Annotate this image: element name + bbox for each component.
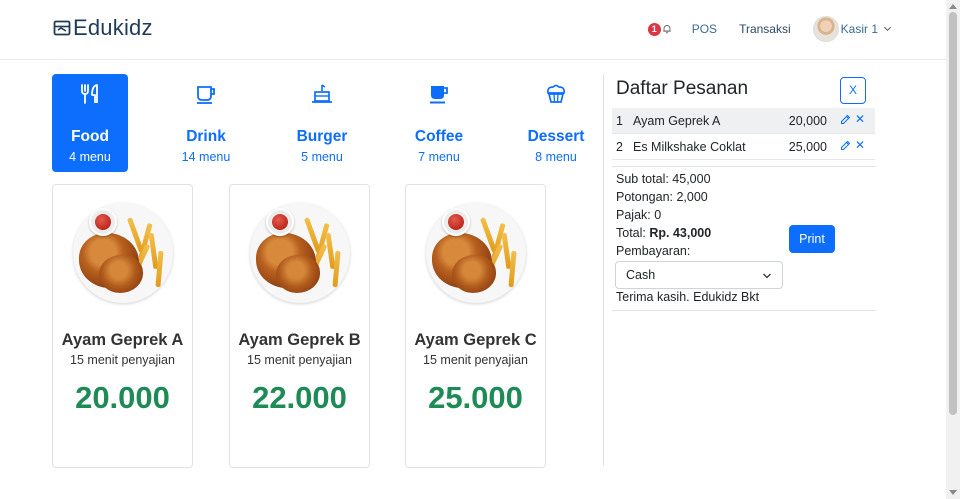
discount: Potongan: 2,000 xyxy=(616,190,708,204)
scroll-up-arrow[interactable] xyxy=(949,4,957,9)
order-item-name: Es Milkshake Coklat xyxy=(633,140,746,154)
nav-right: 1 POS Transaksi Kasir 1 xyxy=(647,14,892,44)
payment-label: Pembayaran: xyxy=(616,244,691,258)
delete-icon[interactable]: ✕ xyxy=(855,112,865,126)
payment-value: Cash xyxy=(626,268,656,282)
product-price: 20.000 xyxy=(75,380,170,415)
scroll-thumb[interactable] xyxy=(949,12,957,415)
subtotal: Sub total: 45,000 xyxy=(616,172,711,186)
navbar: Edukidz 1 POS Transaksi Kasir 1 xyxy=(0,0,946,60)
user-name: Kasir 1 xyxy=(840,22,878,36)
category-name: Burger xyxy=(296,128,348,145)
order-item-price: 20,000 xyxy=(788,114,827,128)
panel-bottom-divider xyxy=(612,310,875,311)
category-food[interactable]: Food 4 menu xyxy=(52,74,128,172)
edit-icon[interactable] xyxy=(840,140,851,151)
product-card[interactable]: Ayam Geprek C 15 menit penyajian 25.000 xyxy=(405,184,546,468)
cup-icon xyxy=(430,86,448,104)
brand-logo-icon xyxy=(53,20,71,36)
edit-icon[interactable] xyxy=(840,114,851,125)
close-order-button[interactable]: X xyxy=(840,77,866,104)
cake-icon xyxy=(312,84,332,103)
bell-icon xyxy=(663,25,671,34)
category-name: Dessert xyxy=(527,128,585,145)
order-item-number: 1 xyxy=(616,114,623,128)
scrollbar[interactable] xyxy=(946,0,960,499)
product-name: Ayam Geprek B xyxy=(238,331,361,349)
user-menu[interactable]: Kasir 1 xyxy=(812,16,892,42)
product-card[interactable]: Ayam Geprek A 15 menit penyajian 20.000 xyxy=(52,184,193,468)
product-time: 15 menit penyajian xyxy=(247,353,352,367)
total-value: Rp. 43,000 xyxy=(649,226,712,240)
fork-knife-icon xyxy=(81,84,98,104)
category-name: Coffee xyxy=(414,128,464,145)
chevron-down-icon xyxy=(763,273,771,279)
category-drink[interactable]: Drink 14 menu xyxy=(168,74,244,172)
avatar xyxy=(812,16,839,42)
notification-badge: 1 xyxy=(647,22,661,36)
category-count: 7 menu xyxy=(418,150,460,164)
product-time: 15 menit penyajian xyxy=(423,353,528,367)
panel-divider xyxy=(603,74,604,466)
scroll-down-arrow[interactable] xyxy=(949,490,957,495)
order-item-price: 25,000 xyxy=(788,140,827,154)
brand[interactable]: Edukidz xyxy=(53,15,153,41)
order-row: 2 Es Milkshake Coklat 25,000 ✕ xyxy=(612,134,875,160)
order-item-number: 2 xyxy=(616,140,623,154)
category-burger[interactable]: Burger 5 menu xyxy=(284,74,360,172)
product-name: Ayam Geprek C xyxy=(414,331,537,349)
total: Total: Rp. 43,000 xyxy=(616,224,711,242)
category-name: Food xyxy=(71,128,109,145)
product-price: 22.000 xyxy=(252,380,347,415)
category-count: 4 menu xyxy=(69,150,111,164)
mug-icon xyxy=(197,86,215,104)
product-card[interactable]: Ayam Geprek B 15 menit penyajian 22.000 xyxy=(229,184,370,468)
chevron-down-icon xyxy=(880,22,892,36)
category-dessert[interactable]: Dessert 8 menu xyxy=(518,74,594,172)
delete-icon[interactable]: ✕ xyxy=(855,138,865,152)
print-button[interactable]: Print xyxy=(789,225,835,253)
brand-name: Edukidz xyxy=(73,15,153,40)
category-count: 8 menu xyxy=(535,150,577,164)
order-summary: Sub total: 45,000 Potongan: 2,000 Pajak:… xyxy=(616,170,711,260)
order-title: Daftar Pesanan xyxy=(616,78,749,99)
nav-link-transaksi[interactable]: Transaksi xyxy=(739,22,791,36)
category-coffee[interactable]: Coffee 7 menu xyxy=(401,74,477,172)
thanks-note: Terima kasih. Edukidz Bkt xyxy=(616,290,760,304)
summary-divider xyxy=(612,166,875,167)
category-name: Drink xyxy=(186,128,226,145)
order-item-name: Ayam Geprek A xyxy=(633,114,721,128)
muffin-icon xyxy=(547,84,565,103)
product-price: 25.000 xyxy=(428,380,523,415)
product-time: 15 menit penyajian xyxy=(70,353,175,367)
payment-select[interactable]: Cash xyxy=(615,261,783,289)
product-image xyxy=(250,203,350,303)
order-row: 1 Ayam Geprek A 20,000 ✕ xyxy=(612,108,875,134)
tax: Pajak: 0 xyxy=(616,208,662,222)
product-image xyxy=(426,203,526,303)
notification-bell[interactable]: 1 xyxy=(647,22,672,36)
order-table: 1 Ayam Geprek A 20,000 ✕ 2 Es Milkshake … xyxy=(612,108,875,160)
category-count: 5 menu xyxy=(301,150,343,164)
nav-link-pos[interactable]: POS xyxy=(692,22,717,36)
category-count: 14 menu xyxy=(181,150,231,164)
product-name: Ayam Geprek A xyxy=(61,331,184,349)
product-image xyxy=(73,203,173,303)
total-label: Total: xyxy=(616,226,646,240)
